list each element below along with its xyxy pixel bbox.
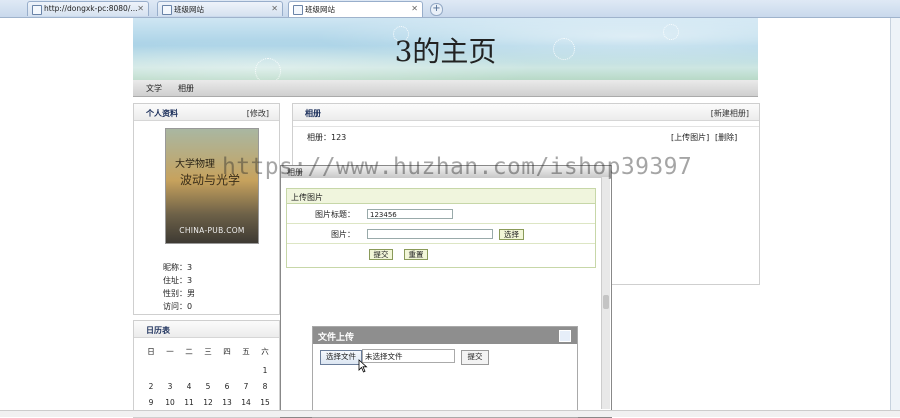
image-label: 图片： — [331, 230, 355, 239]
tab-label: 班级网站 — [305, 5, 335, 14]
calendar-day[interactable]: 1 — [256, 366, 274, 375]
calendar-day[interactable]: 12 — [199, 398, 217, 407]
page-icon — [32, 5, 42, 15]
page-title: 3的主页 — [394, 35, 497, 68]
calendar-day[interactable]: 5 — [199, 382, 217, 391]
file-upload-header: 文件上传 — [313, 327, 577, 344]
page-icon — [293, 5, 303, 15]
profile-field-address: 住址：3 — [163, 276, 193, 285]
upload-image-link[interactable]: [上传图片] — [671, 132, 709, 143]
calendar-day[interactable]: 14 — [237, 398, 255, 407]
calendar-day[interactable]: 8 — [256, 382, 274, 391]
nav-item-album[interactable]: 相册 — [178, 83, 194, 94]
tab-label: 班级网站 — [174, 5, 204, 14]
tab-label: http://dongxk-pc:8080/... — [44, 4, 138, 13]
image-icon[interactable] — [559, 330, 571, 342]
calendar-panel-header: 日历表 — [134, 321, 279, 338]
edit-profile-link[interactable]: [修改] — [247, 108, 269, 119]
calendar-day[interactable]: 6 — [218, 382, 236, 391]
avatar: 大学物理 波动与光学 CHINA-PUB.COM — [165, 128, 259, 244]
calendar-day[interactable]: 15 — [256, 398, 274, 407]
new-album-link[interactable]: [新建相册] — [711, 108, 749, 119]
profile-field-visits: 访问：0 — [163, 302, 193, 311]
main-nav: 文学 相册 — [133, 80, 758, 97]
image-title-input[interactable]: 123456 — [367, 209, 453, 219]
close-icon[interactable]: ✕ — [137, 4, 144, 13]
file-name-display: 未选择文件 — [362, 349, 455, 363]
weekday-label: 四 — [223, 347, 231, 356]
banner: 3的主页 — [133, 18, 758, 80]
upload-form: 上传图片 图片标题： 123456 图片： 选择 提交 重置 — [286, 188, 596, 268]
page-icon — [162, 5, 172, 15]
album-panel-header: 相册 [新建相册] — [293, 104, 759, 121]
reset-button[interactable]: 重置 — [404, 249, 428, 260]
browser-tab-2[interactable]: 班级网站 ✕ — [157, 1, 283, 16]
calendar-day[interactable]: 9 — [142, 398, 160, 407]
weekday-label: 六 — [261, 347, 269, 356]
calendar-heading: 日历表 — [146, 326, 170, 335]
browser-tab-1[interactable]: http://dongxk-pc:8080/... ✕ — [27, 1, 149, 16]
nav-item-literature[interactable]: 文学 — [146, 83, 162, 94]
cursor-icon — [358, 359, 368, 373]
profile-panel-header: 个人资料 [修改] — [134, 104, 279, 121]
calendar-grid: 日一二三四五六 1 2 3 4 5 6 7 8 9 10 11 12 13 14 15 — [142, 346, 282, 410]
close-icon[interactable]: ✕ — [411, 4, 418, 13]
submit-button[interactable]: 提交 — [369, 249, 393, 260]
upload-form-heading: 上传图片 — [291, 193, 323, 202]
weekday-label: 二 — [185, 347, 193, 356]
scrollbar-thumb[interactable] — [603, 295, 609, 309]
actions-row: 提交 重置 — [287, 244, 595, 263]
file-upload-title: 文件上传 — [318, 333, 355, 343]
right-edge-strip — [890, 18, 900, 416]
upload-form-header: 上传图片 — [287, 189, 595, 204]
title-row: 图片标题： 123456 — [287, 204, 595, 224]
cover-title-line1: 大学物理 — [175, 159, 215, 170]
image-row: 图片： 选择 — [287, 224, 595, 244]
browser-tab-bar: http://dongxk-pc:8080/... ✕ 班级网站 ✕ 班级网站 … — [0, 0, 900, 18]
image-path-input[interactable] — [367, 229, 493, 239]
album-heading: 相册 — [305, 109, 321, 118]
profile-heading: 个人资料 — [146, 109, 178, 118]
weekday-label: 一 — [166, 347, 174, 356]
calendar-day[interactable]: 10 — [161, 398, 179, 407]
image-title-label: 图片标题： — [315, 210, 355, 219]
calendar-day[interactable]: 13 — [218, 398, 236, 407]
profile-field-nickname: 昵称：3 — [163, 263, 193, 272]
calendar-day[interactable]: 7 — [237, 382, 255, 391]
choose-file-button[interactable]: 选择文件 — [320, 350, 362, 365]
new-tab-button[interactable]: + — [430, 3, 443, 16]
delete-album-link[interactable]: [删除] — [715, 132, 737, 143]
browser-tab-3[interactable]: 班级网站 ✕ — [288, 1, 423, 17]
watermark: https://www.huzhan.com/ishop39397 — [222, 154, 693, 180]
file-upload-popup: 文件上传 选择文件 未选择文件 提交 — [312, 326, 578, 418]
profile-field-gender: 性别：男 — [163, 289, 195, 298]
close-icon[interactable]: ✕ — [271, 4, 278, 13]
weekday-label: 日 — [147, 347, 155, 356]
dialog-scrollbar[interactable] — [601, 177, 610, 409]
weekday-label: 三 — [204, 347, 212, 356]
album-name[interactable]: 相册：123 — [307, 132, 346, 143]
weekday-label: 五 — [242, 347, 250, 356]
calendar-day[interactable]: 3 — [161, 382, 179, 391]
cover-publisher-mark: CHINA-PUB.COM — [179, 226, 245, 235]
calendar-day[interactable]: 4 — [180, 382, 198, 391]
calendar-day[interactable]: 2 — [142, 382, 160, 391]
choose-image-button[interactable]: 选择 — [499, 229, 524, 240]
file-submit-button[interactable]: 提交 — [461, 350, 489, 365]
calendar-day[interactable]: 11 — [180, 398, 198, 407]
